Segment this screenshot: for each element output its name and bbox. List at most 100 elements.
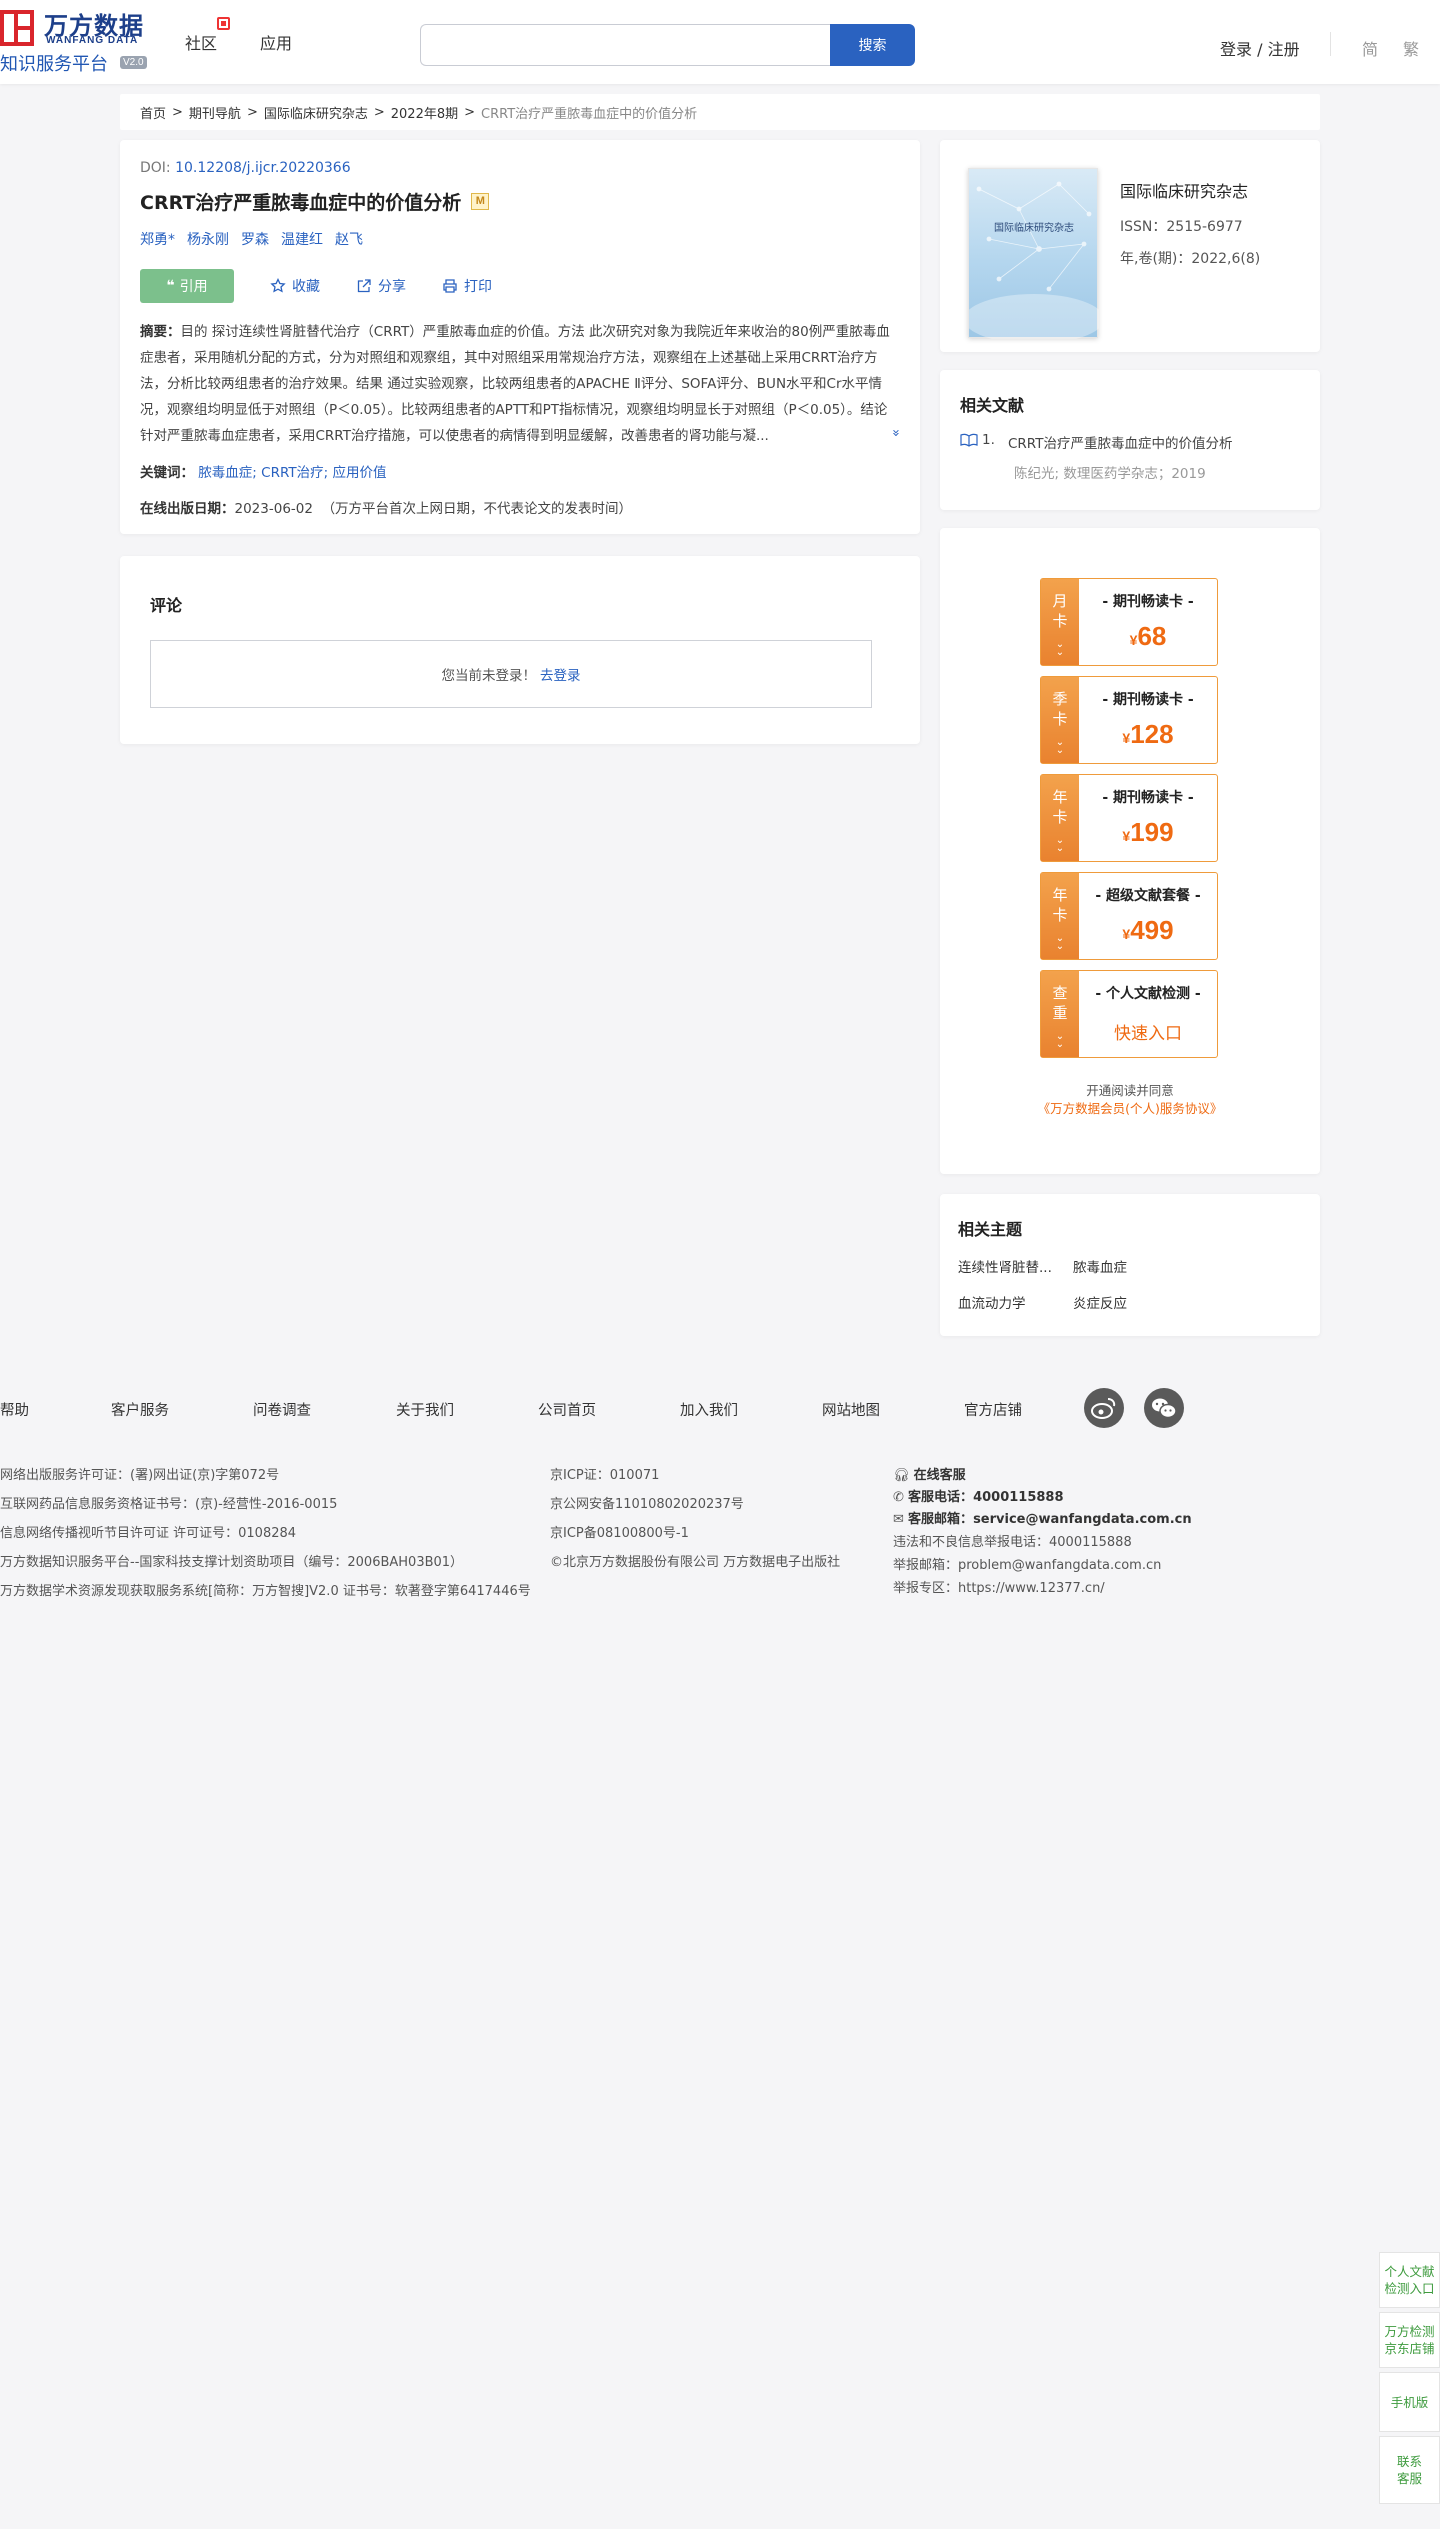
keyword-link[interactable]: 脓毒血症;	[198, 465, 257, 481]
journal-name-link[interactable]: 国际临床研究杂志	[1120, 178, 1248, 202]
float-mobile[interactable]: 手机版	[1379, 2372, 1440, 2432]
footer-report-zone[interactable]: 举报专区：https://www.12377.cn/	[893, 1577, 1105, 1596]
logo-mark-icon	[0, 10, 34, 46]
card-type-char: 重	[1052, 1004, 1068, 1022]
mail-icon: ✉	[893, 1512, 904, 1527]
topic-tag[interactable]: 血流动力学	[958, 1292, 1073, 1312]
float-contact-service[interactable]: 联系客服	[1379, 2436, 1440, 2504]
author-link[interactable]: 罗森	[241, 229, 269, 249]
nav-community[interactable]: 社区	[185, 30, 217, 54]
lang-traditional[interactable]: 繁	[1403, 36, 1419, 60]
card-type-side: 年卡 ⌄ ⌄	[1041, 775, 1079, 861]
lang-simplified[interactable]: 简	[1362, 36, 1378, 60]
nav-apps[interactable]: 应用	[260, 30, 292, 54]
card-price: ¥499	[1079, 915, 1217, 946]
login-register-link[interactable]: 登录 / 注册	[1220, 36, 1300, 60]
expand-abstract-icon[interactable]: »	[882, 427, 900, 437]
footer-icp[interactable]: 京公网安备11010802020237号	[550, 1493, 744, 1512]
card-title: - 期刊畅读卡 -	[1102, 594, 1194, 610]
card-type-char: 查	[1052, 984, 1068, 1002]
breadcrumb-journals[interactable]: 期刊导航	[189, 103, 241, 122]
wechat-icon[interactable]	[1144, 1388, 1184, 1428]
keyword-link[interactable]: CRRT治疗;	[261, 465, 328, 481]
footer-official-store[interactable]: 官方店铺	[964, 1399, 1022, 1420]
topic-tag[interactable]: 脓毒血症	[1073, 1256, 1188, 1276]
footer-join-us[interactable]: 加入我们	[680, 1399, 738, 1420]
topic-tag[interactable]: 炎症反应	[1073, 1292, 1188, 1312]
journal-cover-image[interactable]: 国际临床研究杂志	[968, 168, 1099, 339]
favorite-label: 收藏	[292, 279, 320, 295]
article-title-text: CRRT治疗严重脓毒血症中的价值分析	[140, 192, 462, 214]
double-chevron-icon: ⌄ ⌄	[1055, 835, 1065, 854]
footer-about[interactable]: 关于我们	[396, 1399, 454, 1420]
author-link[interactable]: 郑勇*	[140, 229, 175, 249]
abstract: 摘要：目的 探讨连续性肾脏替代治疗（CRRT）严重脓毒血症的价值。方法 此次研究…	[140, 319, 900, 449]
list-item[interactable]: 1. CRRT治疗严重脓毒血症中的价值分析	[960, 432, 1300, 452]
cover-title: 国际临床研究杂志	[994, 223, 1074, 234]
share-button[interactable]: 分享	[356, 276, 406, 296]
author-link[interactable]: 温建红	[281, 229, 323, 249]
float-label: 万方检测京东店铺	[1384, 2324, 1435, 2356]
go-login-link[interactable]: 去登录	[540, 664, 581, 684]
comment-title: 评论	[150, 596, 183, 615]
top-header: 万方数据 WANFANG DATA 知识服务平台 V2.0 社区 应用 搜索 登…	[0, 0, 1440, 84]
print-button[interactable]: 打印	[442, 276, 492, 296]
card-type-char: 卡	[1052, 612, 1068, 630]
footer-copyright: ©北京万方数据股份有限公司 万方数据电子出版社	[550, 1555, 841, 1570]
footer-help[interactable]: 帮助	[0, 1399, 29, 1420]
doi-link[interactable]: 10.12208/j.ijcr.20220366	[175, 160, 351, 176]
double-chevron-icon: ⌄ ⌄	[1055, 933, 1065, 952]
cite-button[interactable]: ❝ 引用	[140, 269, 234, 303]
author-link[interactable]: 赵飞	[335, 229, 363, 249]
book-icon	[960, 433, 978, 447]
card-type-side: 季卡 ⌄ ⌄	[1041, 677, 1079, 763]
agreement-note: 开通阅读并同意	[1086, 1083, 1174, 1098]
keywords: 关键词： 脓毒血症; CRRT治疗; 应用价值	[140, 461, 900, 481]
quarterly-card[interactable]: 季卡 ⌄ ⌄ - 期刊畅读卡 - ¥128	[1040, 676, 1218, 764]
float-jd-store[interactable]: 万方检测京东店铺	[1379, 2312, 1440, 2368]
footer-icp[interactable]: 京ICP证：010071	[550, 1464, 659, 1483]
publish-date-value: 2023-06-02	[234, 501, 313, 517]
breadcrumb-home[interactable]: 首页	[140, 103, 166, 122]
breadcrumb-journal[interactable]: 国际临床研究杂志	[264, 103, 368, 122]
yearly-card[interactable]: 年卡 ⌄ ⌄ - 期刊畅读卡 - ¥199	[1040, 774, 1218, 862]
favorite-button[interactable]: 收藏	[270, 276, 320, 296]
header-divider	[1330, 32, 1331, 56]
monthly-card[interactable]: 月卡 ⌄ ⌄ - 期刊畅读卡 - ¥68	[1040, 578, 1218, 666]
search-button[interactable]: 搜索	[830, 24, 915, 66]
related-title[interactable]: CRRT治疗严重脓毒血症中的价值分析	[1008, 432, 1232, 452]
related-docs-card: 相关文献 1. CRRT治疗严重脓毒血症中的价值分析 陈纪光; 数理医药学杂志；…	[940, 370, 1320, 510]
keywords-label: 关键词：	[140, 465, 194, 481]
weibo-icon[interactable]	[1084, 1388, 1124, 1428]
card-type-char: 卡	[1052, 808, 1068, 826]
super-package-card[interactable]: 年卡 ⌄ ⌄ - 超级文献套餐 - ¥499	[1040, 872, 1218, 960]
breadcrumb: 首页 > 期刊导航 > 国际临床研究杂志 > 2022年8期 > CRRT治疗严重脓毒血…	[120, 94, 1320, 130]
footer-license: 万方数据学术资源发现获取服务系统[简称：万方智搜]V2.0 证书号：软著登字第6…	[0, 1584, 531, 1599]
wechat-glyph-icon	[1152, 1398, 1177, 1419]
publish-date: 在线出版日期：2023-06-02 （万方平台首次上网日期，不代表论文的发表时间…	[140, 497, 900, 517]
topic-tag[interactable]: 连续性肾脏替...	[958, 1256, 1073, 1276]
author-link[interactable]: 杨永刚	[187, 229, 229, 249]
search-input[interactable]	[420, 24, 830, 66]
footer-online-service[interactable]: 🎧︎ 在线客服	[893, 1464, 966, 1483]
float-label: 联系客服	[1396, 2454, 1422, 2486]
email-value: service@wanfangdata.com.cn	[973, 1512, 1192, 1527]
wanfang-logo[interactable]: 万方数据 WANFANG DATA 知识服务平台 V2.0	[0, 6, 160, 75]
keyword-link[interactable]: 应用价值	[332, 465, 386, 481]
footer-survey[interactable]: 问卷调查	[253, 1399, 311, 1420]
footer-icp[interactable]: 京ICP备08100800号-1	[550, 1522, 689, 1541]
footer-company-home[interactable]: 公司首页	[538, 1399, 596, 1420]
breadcrumb-issue[interactable]: 2022年8期	[391, 103, 458, 122]
footer-license: 网络出版服务许可证：(署)网出证(京)字第072号	[0, 1468, 280, 1483]
float-plagiarism-entry[interactable]: 个人文献检测入口	[1379, 2252, 1440, 2308]
article-actions: ❝ 引用 收藏 分享 打印	[140, 269, 900, 303]
plagiarism-check-card[interactable]: 查重 ⌄ ⌄ - 个人文献检测 - 快速入口	[1040, 970, 1218, 1058]
member-agreement-link[interactable]: 《万方数据会员(个人)服务协议》	[940, 1098, 1320, 1117]
card-title: - 期刊畅读卡 -	[1102, 790, 1194, 806]
footer-customer-service[interactable]: 客户服务	[111, 1399, 169, 1420]
card-type-char: 年	[1052, 788, 1068, 806]
footer-sitemap[interactable]: 网站地图	[822, 1399, 880, 1420]
breadcrumb-current: CRRT治疗严重脓毒血症中的价值分析	[481, 106, 698, 122]
card-type-side: 年卡 ⌄ ⌄	[1041, 873, 1079, 959]
phone-icon: ✆	[893, 1490, 904, 1505]
